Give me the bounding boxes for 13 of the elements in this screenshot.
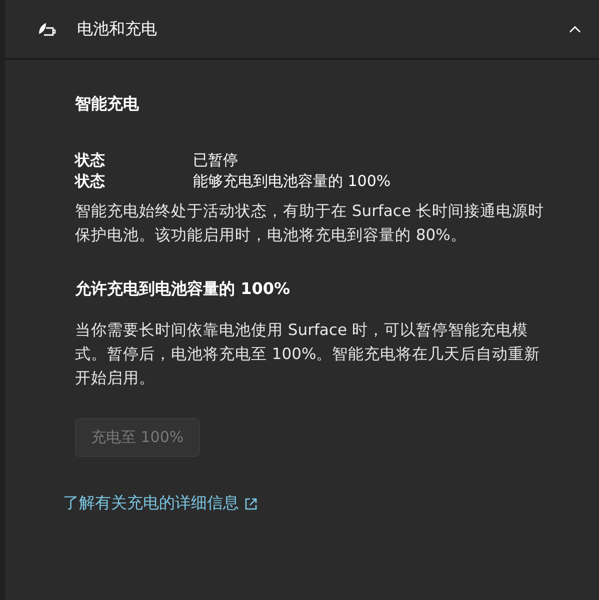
section-heading: 智能充电: [75, 94, 140, 115]
status-value: 能够充电到电池容量的 100%: [193, 172, 391, 191]
section-header[interactable]: 电池和充电: [5, 0, 599, 60]
status-label: 状态: [75, 172, 106, 191]
learn-more-link[interactable]: 了解有关充电的详细信息: [63, 493, 257, 514]
section-title: 电池和充电: [77, 18, 158, 40]
status-value: 已暂停: [193, 151, 239, 170]
external-link-icon: [245, 498, 257, 510]
battery-leaf-icon: [37, 21, 57, 37]
description-text: 智能充电始终处于活动状态，有助于在 Surface 长时间接通电源时保护电池。该功能启用时，电池将充电到容量的 80%。: [75, 201, 545, 246]
status-label: 状态: [75, 151, 106, 170]
section-heading: 允许充电到电池容量的 100%: [75, 279, 291, 300]
description-text: 当你需要长时间依靠电池使用 Surface 时，可以暂停智能充电模式。暂停后，电池将充电至 100%。智能充电将在几天后自动重新开始启用。: [75, 320, 542, 389]
